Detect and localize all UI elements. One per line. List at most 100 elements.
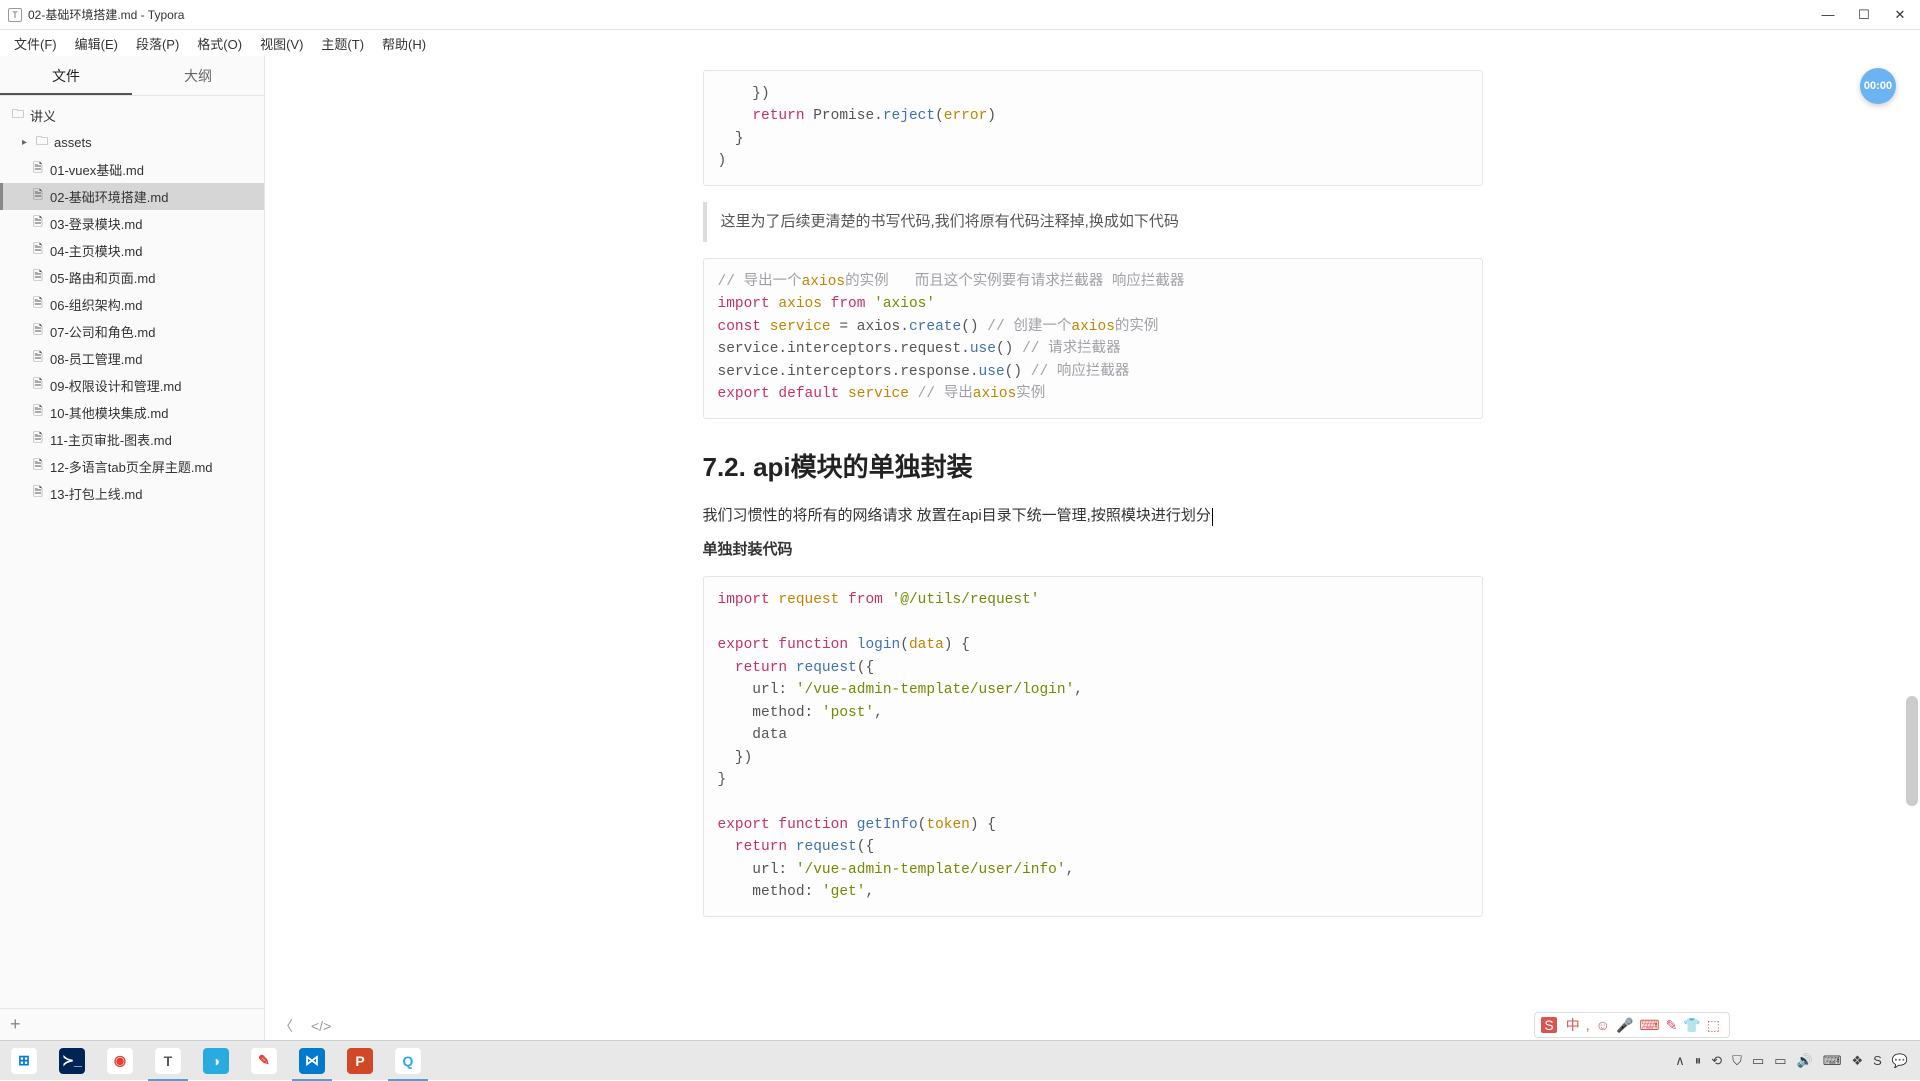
file-icon: 🗎 [30, 348, 46, 369]
taskbar-app-app6[interactable]: ✎ [240, 1041, 288, 1081]
file-label: 07-公司和角色.md [50, 322, 155, 341]
taskbar-app-vscode[interactable]: ⋈ [288, 1041, 336, 1081]
tray-icon[interactable]: 💬 [1892, 1053, 1908, 1069]
tree-file[interactable]: 🗎12-多语言tab页全屏主题.md [0, 453, 264, 480]
ime-button[interactable]: 👕 [1683, 1017, 1700, 1033]
taskbar-app-app5[interactable]: ◑ [192, 1041, 240, 1081]
taskbar-app-powershell[interactable]: ≻_ [48, 1041, 96, 1081]
paragraph-strong: 单独封装代码 [703, 541, 793, 558]
chevron-right-icon: ▸ [22, 137, 34, 148]
scrollbar-thumb[interactable] [1906, 696, 1918, 806]
file-icon: 🗎 [30, 456, 46, 477]
file-icon: 🗎 [30, 429, 46, 450]
taskbar-app-typora[interactable]: T [144, 1041, 192, 1081]
file-label: 06-组织架构.md [50, 295, 142, 314]
tray-icon[interactable]: ∧ [1675, 1053, 1685, 1069]
menu-item[interactable]: 格式(O) [189, 31, 250, 56]
window-title: 02-基础环境搭建.md - Typora [28, 6, 184, 23]
tree-file[interactable]: 🗎10-其他模块集成.md [0, 399, 264, 426]
menu-item[interactable]: 主题(T) [313, 31, 372, 56]
blockquote[interactable]: 这里为了后续更清楚的书写代码,我们将原有代码注释掉,换成如下代码 [703, 202, 1483, 242]
tray-icon[interactable]: ▭ [1752, 1053, 1764, 1069]
tray-icon[interactable]: ▭ [1774, 1053, 1786, 1069]
file-icon: 🗎 [30, 294, 46, 315]
file-label: 12-多语言tab页全屏主题.md [50, 457, 213, 476]
tree-file[interactable]: 🗎02-基础环境搭建.md [0, 183, 264, 210]
ime-logo-icon[interactable]: S [1541, 1017, 1556, 1033]
ime-toolbar[interactable]: S 中, ☺ 🎤 ⌨ ✎ 👕 ⬚ [1534, 1012, 1730, 1038]
file-label: 02-基础环境搭建.md [50, 187, 168, 206]
file-label: 09-权限设计和管理.md [50, 376, 181, 395]
section-heading[interactable]: 7.2. api模块的单独封装 [703, 447, 1483, 489]
tree-folder-root[interactable]: 🗀 讲义 [0, 102, 264, 129]
tree-file[interactable]: 🗎01-vuex基础.md [0, 156, 264, 183]
ime-button[interactable]: ⬚ [1707, 1017, 1720, 1033]
file-icon: 🗎 [30, 402, 46, 423]
taskbar: ⊞≻_◉ T ◑ ✎ ⋈ PQ ∧ ⏸ ⟲ ⛉ ▭ ▭ 🔊 ⌨ ❖ S 💬 [0, 1040, 1920, 1080]
ime-button[interactable]: ⌨ [1639, 1017, 1659, 1033]
tree-file[interactable]: 🗎09-权限设计和管理.md [0, 372, 264, 399]
tree-file[interactable]: 🗎05-路由和页面.md [0, 264, 264, 291]
taskbar-app-powerpoint[interactable]: P [336, 1041, 384, 1081]
ime-button[interactable]: 🎤 [1616, 1017, 1633, 1033]
tree-file[interactable]: 🗎03-登录模块.md [0, 210, 264, 237]
file-icon: 🗎 [30, 240, 46, 261]
add-button[interactable]: + [10, 1014, 21, 1035]
tree-file[interactable]: 🗎06-组织架构.md [0, 291, 264, 318]
menu-item[interactable]: 视图(V) [252, 31, 311, 56]
taskbar-app-chrome[interactable]: ◉ [96, 1041, 144, 1081]
menu-item[interactable]: 段落(P) [128, 31, 187, 56]
ime-button[interactable]: ☺ [1596, 1017, 1610, 1033]
menu-item[interactable]: 编辑(E) [67, 31, 126, 56]
editor-area[interactable]: }) return Promise.reject(error) } ) 这里为了… [265, 56, 1920, 1040]
app-icon: P [347, 1048, 373, 1074]
maximize-button[interactable]: ☐ [1858, 9, 1870, 21]
file-label: 08-员工管理.md [50, 349, 142, 368]
sidebar-tabs: 文件 大纲 [0, 56, 264, 96]
file-icon: 🗎 [30, 375, 46, 396]
tree-file[interactable]: 🗎08-员工管理.md [0, 345, 264, 372]
app-icon: T [8, 8, 22, 22]
tray-icon[interactable]: S [1873, 1053, 1882, 1068]
paragraph[interactable]: 单独封装代码 [703, 538, 1483, 562]
recording-timer-badge[interactable]: 00:00 [1860, 68, 1896, 104]
app-icon: T [155, 1048, 181, 1074]
app-icon: Q [395, 1048, 421, 1074]
minimize-button[interactable]: — [1822, 9, 1834, 21]
code-block[interactable]: // 导出一个axios的实例 而且这个实例要有请求拦截器 响应拦截器 impo… [703, 258, 1483, 419]
code-block[interactable]: import request from '@/utils/request' ex… [703, 576, 1483, 917]
tray-icon[interactable]: ⟲ [1711, 1053, 1722, 1069]
file-icon: 🗎 [30, 483, 46, 504]
tray-icon[interactable]: ⌨ [1823, 1053, 1842, 1069]
app-icon: ✎ [251, 1048, 277, 1074]
file-icon: 🗎 [30, 159, 46, 180]
tray-icon[interactable]: ⏸ [1695, 1053, 1702, 1069]
ime-button[interactable]: ✎ [1666, 1017, 1678, 1033]
file-label: 04-主页模块.md [50, 241, 142, 260]
tree-file[interactable]: 🗎04-主页模块.md [0, 237, 264, 264]
tree-file[interactable]: 🗎07-公司和角色.md [0, 318, 264, 345]
system-tray: ∧ ⏸ ⟲ ⛉ ▭ ▭ 🔊 ⌨ ❖ S 💬 [1675, 1053, 1920, 1069]
file-label: 01-vuex基础.md [50, 160, 144, 179]
tab-files[interactable]: 文件 [0, 56, 132, 95]
menu-item[interactable]: 文件(F) [6, 31, 65, 56]
taskbar-app-start[interactable]: ⊞ [0, 1041, 48, 1081]
back-button[interactable]: 〈 [279, 1016, 293, 1036]
code-block[interactable]: }) return Promise.reject(error) } ) [703, 70, 1483, 186]
tray-icon[interactable]: ❖ [1851, 1053, 1863, 1069]
source-mode-button[interactable]: </> [311, 1018, 331, 1034]
menu-item[interactable]: 帮助(H) [374, 31, 434, 56]
file-label: 11-主页审批-图表.md [50, 430, 172, 449]
tab-outline[interactable]: 大纲 [132, 56, 264, 95]
close-button[interactable]: ✕ [1894, 9, 1906, 21]
app-icon: ⋈ [299, 1048, 325, 1074]
tree-file[interactable]: 🗎11-主页审批-图表.md [0, 426, 264, 453]
ime-button[interactable]: , [1586, 1017, 1590, 1033]
ime-button[interactable]: 中 [1566, 1017, 1580, 1033]
paragraph[interactable]: 我们习惯性的将所有的网络请求 放置在api目录下统一管理,按照模块进行划分 [703, 504, 1483, 528]
tree-file[interactable]: 🗎13-打包上线.md [0, 480, 264, 507]
tray-icon[interactable]: ⛉ [1732, 1053, 1742, 1069]
taskbar-app-app9[interactable]: Q [384, 1041, 432, 1081]
tray-icon[interactable]: 🔊 [1797, 1053, 1813, 1069]
tree-folder-assets[interactable]: ▸ 🗀 assets [0, 129, 264, 156]
